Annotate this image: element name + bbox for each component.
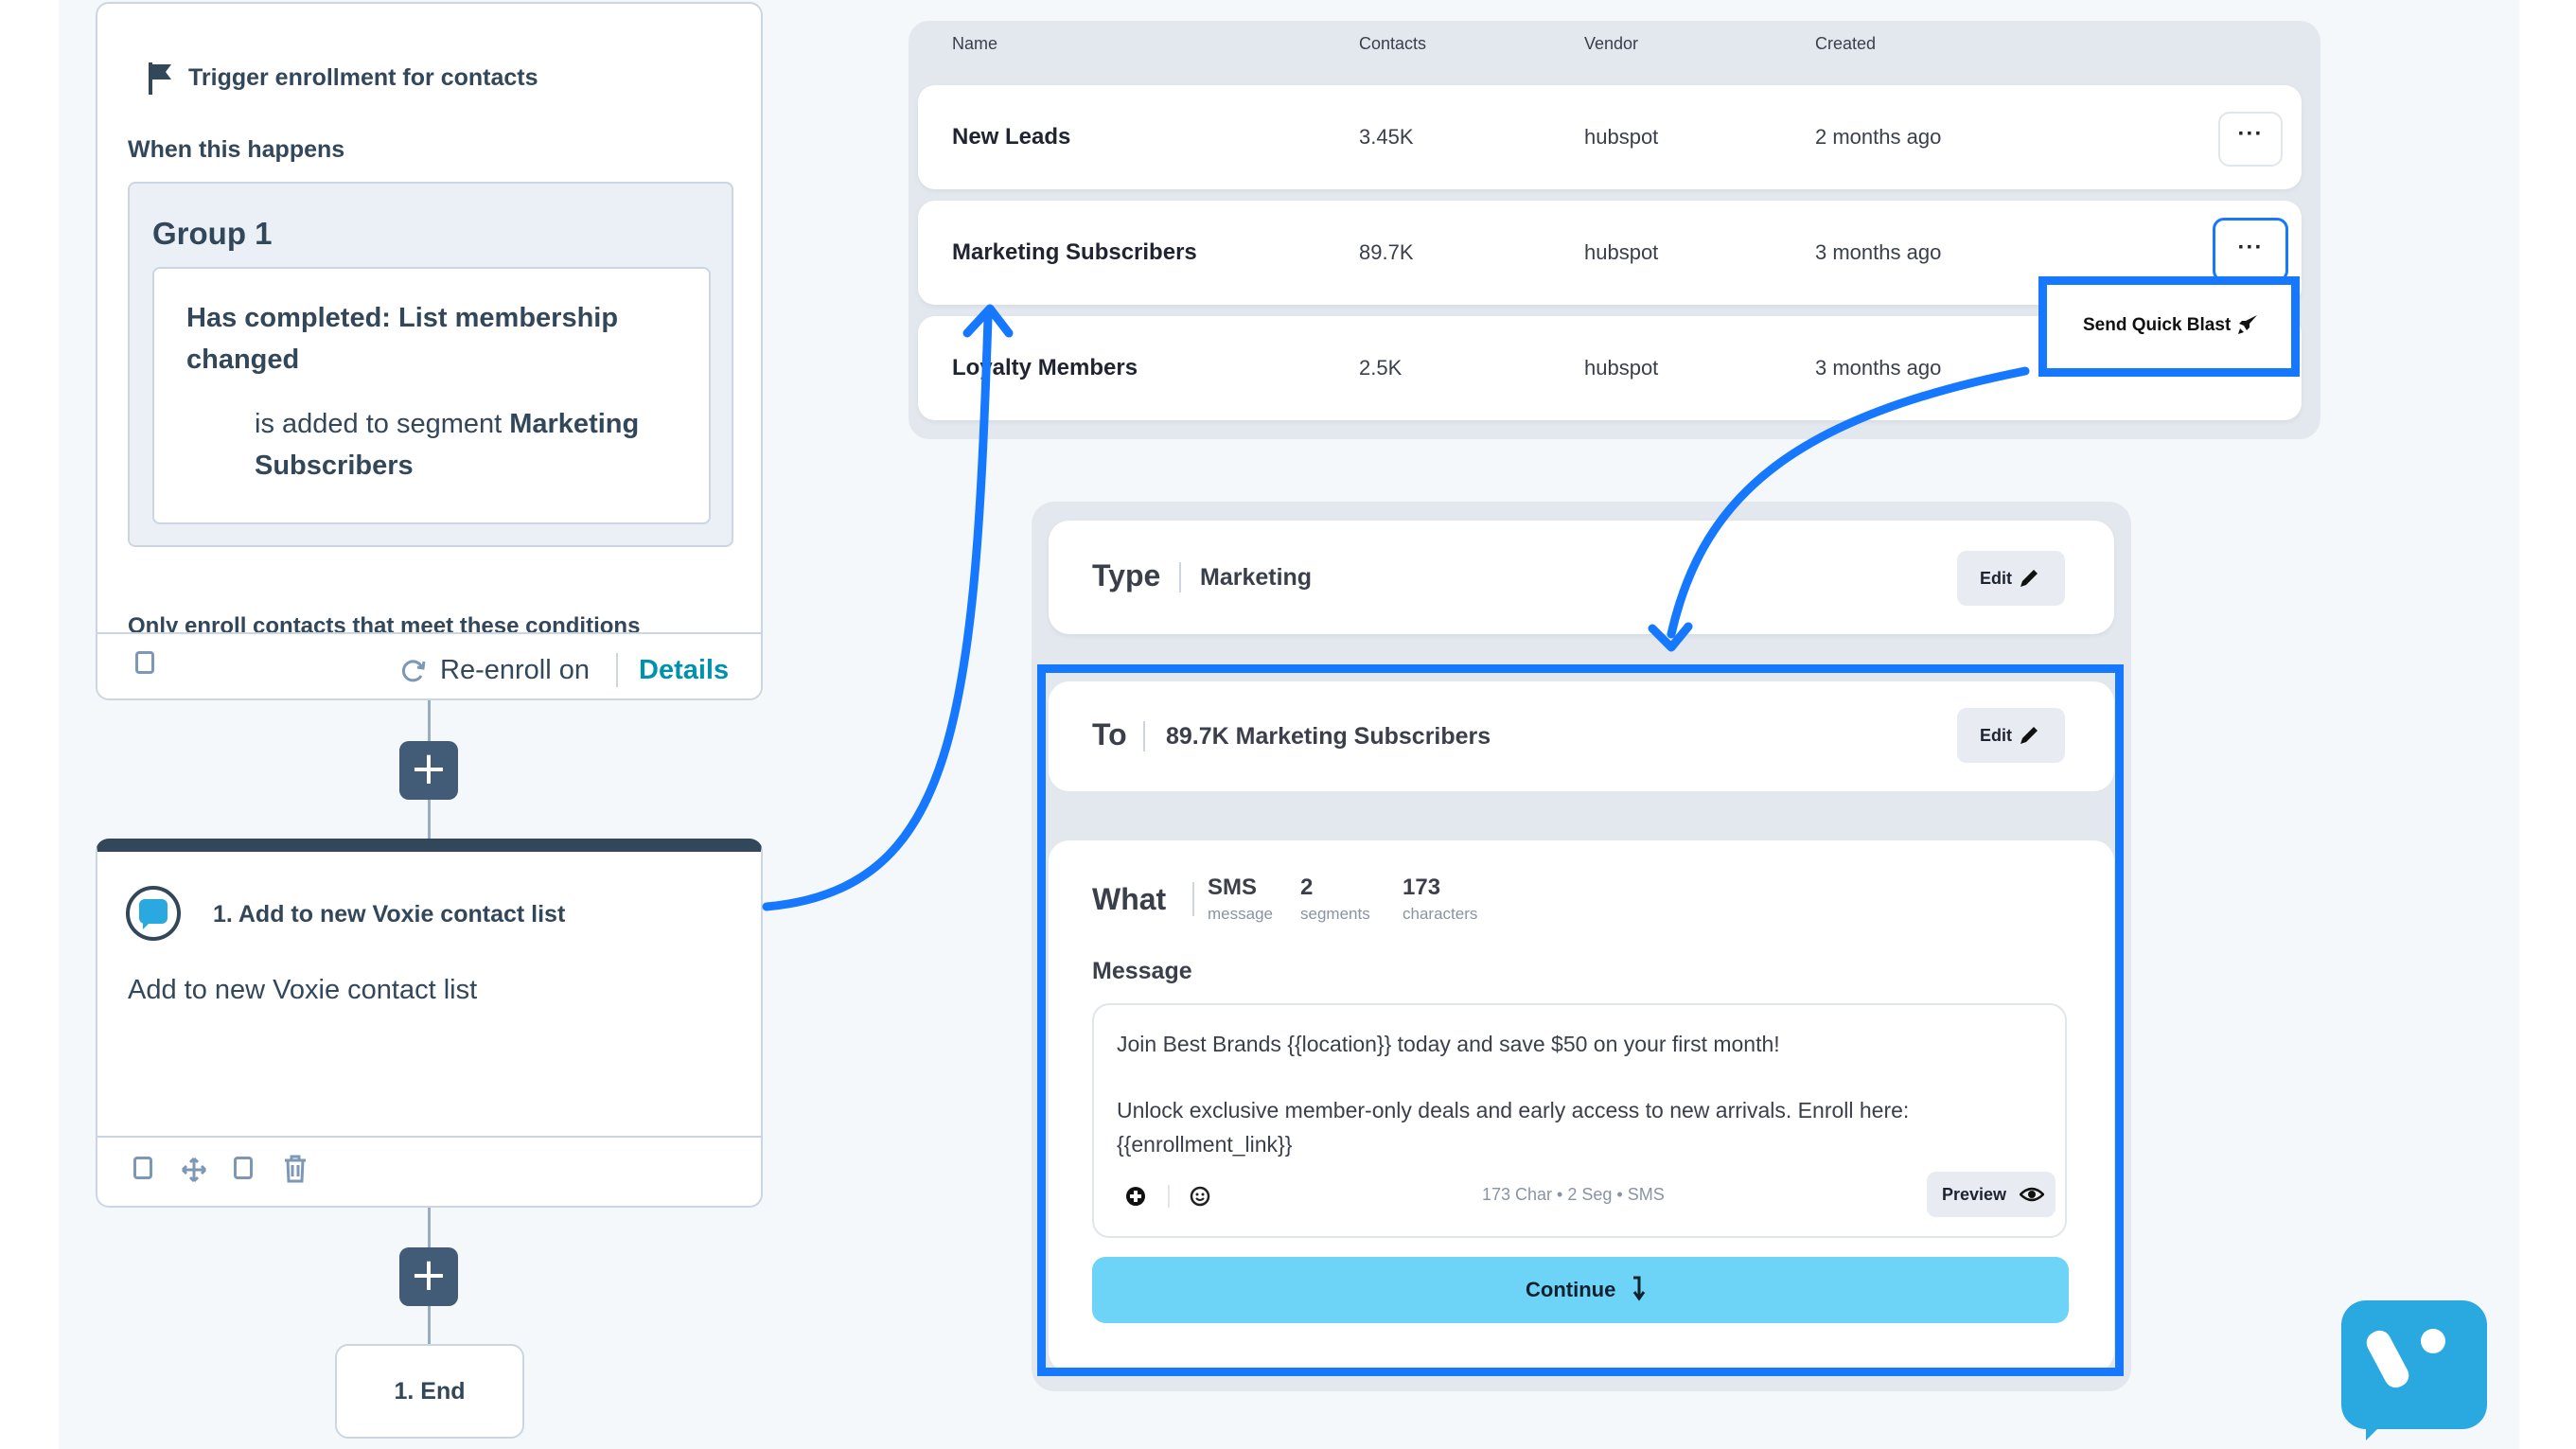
flow-arrows <box>762 304 2030 911</box>
voxie-logo-tail <box>2366 1420 2408 1440</box>
arrow-to-table <box>762 313 993 911</box>
arrow-to-panel <box>1667 366 2030 639</box>
voxie-brand-logo <box>2341 1300 2487 1429</box>
